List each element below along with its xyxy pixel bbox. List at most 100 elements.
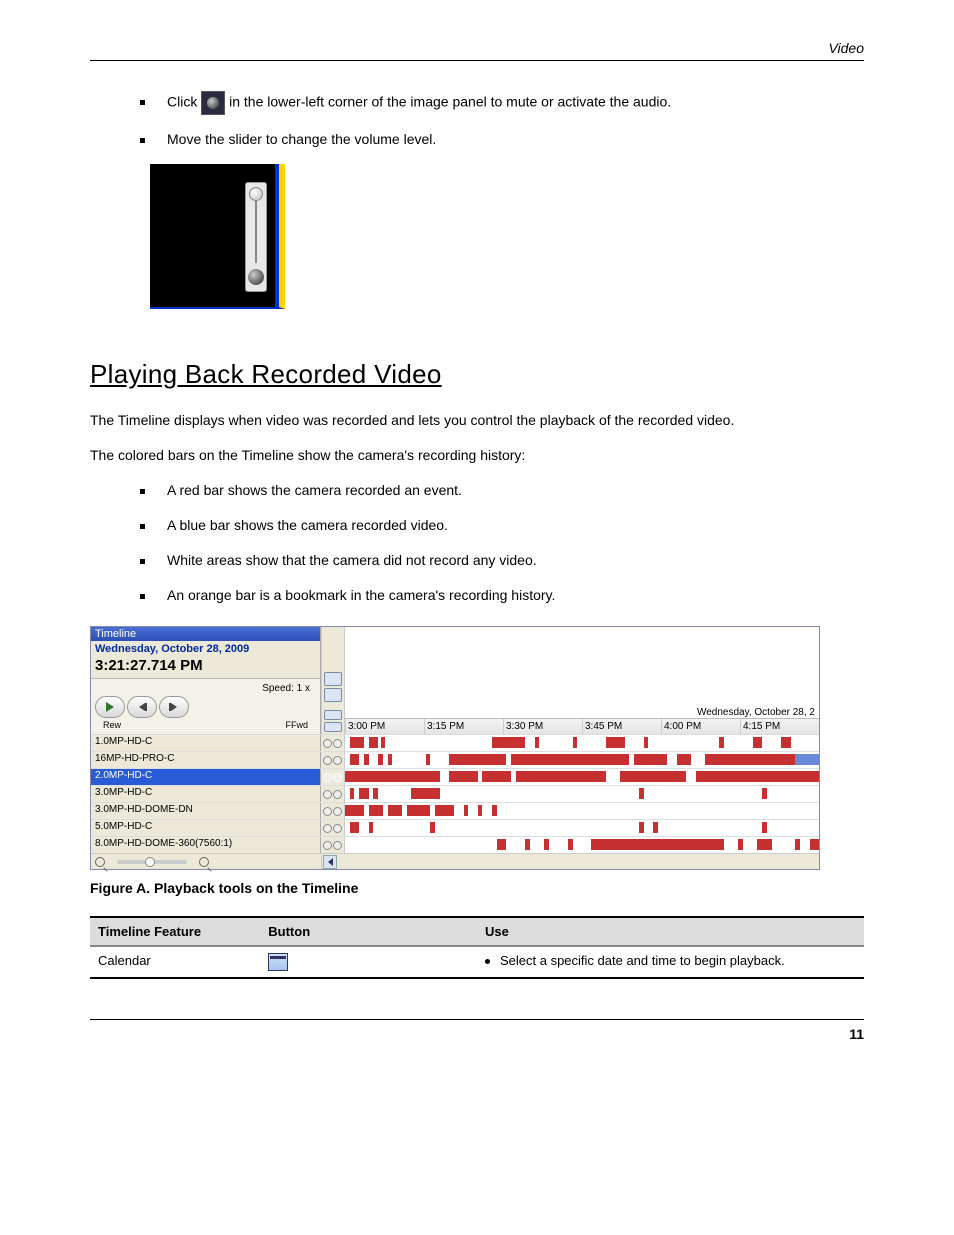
feature-table: Timeline Feature Button Use Calendar Sel… xyxy=(90,916,864,979)
time-tick: 3:15 PM xyxy=(424,719,503,734)
timeline-zoom-bar xyxy=(91,853,819,869)
recording-segment xyxy=(350,754,359,765)
row-track[interactable] xyxy=(345,769,819,785)
recording-segment xyxy=(350,822,359,833)
camera-label: 3.0MP-HD-C xyxy=(91,786,321,802)
camera-label: 5.0MP-HD-C xyxy=(91,820,321,836)
recording-segment xyxy=(644,737,649,748)
recording-segment xyxy=(478,805,483,816)
camera-label: 8.0MP-HD-DOME-360(7560:1) xyxy=(91,837,321,853)
row-track[interactable] xyxy=(345,752,819,768)
time-tick: 3:30 PM xyxy=(503,719,582,734)
row-track[interactable] xyxy=(345,786,819,802)
recording-segment xyxy=(753,737,762,748)
row-track[interactable] xyxy=(345,803,819,819)
timeline-title: Timeline xyxy=(91,627,320,641)
recording-segment xyxy=(795,754,819,765)
recording-segment xyxy=(378,754,383,765)
play-button[interactable] xyxy=(95,696,125,718)
camera-label: 16MP-HD-PRO-C xyxy=(91,752,321,768)
page-number: 11 xyxy=(90,1019,864,1042)
recording-segment xyxy=(430,822,435,833)
row-step-icons[interactable] xyxy=(321,820,345,836)
zoom-slider[interactable] xyxy=(117,860,187,864)
recording-segment xyxy=(781,737,790,748)
scroll-left-button[interactable] xyxy=(323,855,337,869)
step-icon[interactable] xyxy=(324,710,342,720)
recording-segment xyxy=(369,737,378,748)
playback-controls: Speed: 1 x Rew FFwd xyxy=(91,678,320,734)
th-button: Button xyxy=(260,917,477,946)
recording-segment xyxy=(757,839,771,850)
refresh-mini-icon[interactable] xyxy=(324,688,342,702)
recording-segment xyxy=(345,771,440,782)
calendar-mini-icon[interactable] xyxy=(324,672,342,686)
row-track[interactable] xyxy=(345,837,819,853)
row-step-icons[interactable] xyxy=(321,752,345,768)
timeline-row[interactable]: 2.0MP-HD-C xyxy=(91,768,819,785)
row-step-icons[interactable] xyxy=(321,837,345,853)
timeline-current-time: 3:21:27.714 PM xyxy=(91,657,320,678)
recording-segment xyxy=(497,839,506,850)
timeline-row[interactable]: 8.0MP-HD-DOME-360(7560:1) xyxy=(91,836,819,853)
zoom-out-icon[interactable] xyxy=(95,857,105,867)
step-icon[interactable] xyxy=(324,722,342,732)
timeline-rows: 1.0MP-HD-C16MP-HD-PRO-C2.0MP-HD-C3.0MP-H… xyxy=(91,734,819,853)
row-step-icons[interactable] xyxy=(321,735,345,751)
rewind-label: Rew xyxy=(103,720,121,730)
figure-caption: Figure A. Playback tools on the Timeline xyxy=(90,880,864,896)
recording-segment xyxy=(482,771,510,782)
recording-segment xyxy=(407,805,431,816)
timeline-screenshot: Timeline Wednesday, October 28, 2009 3:2… xyxy=(90,626,820,870)
recording-segment xyxy=(381,737,386,748)
recording-segment xyxy=(606,737,625,748)
square-bullet xyxy=(140,524,145,529)
zoom-in-icon[interactable] xyxy=(199,857,209,867)
recording-segment xyxy=(350,788,355,799)
slider-knob-icon xyxy=(249,187,263,201)
timeline-row[interactable]: 3.0MP-HD-DOME-DN xyxy=(91,802,819,819)
recording-segment xyxy=(639,822,644,833)
round-bullet xyxy=(485,959,490,964)
row-step-icons[interactable] xyxy=(321,803,345,819)
camera-label: 3.0MP-HD-DOME-DN xyxy=(91,803,321,819)
square-bullet xyxy=(140,559,145,564)
bullet-text: Click in the lower-left corner of the im… xyxy=(167,91,864,115)
cell-button xyxy=(260,946,477,978)
square-bullet xyxy=(140,100,145,105)
recording-segment xyxy=(696,771,819,782)
legend-text: A blue bar shows the camera recorded vid… xyxy=(167,515,864,536)
legend-list: A red bar shows the camera recorded an e… xyxy=(140,480,864,606)
row-step-icons[interactable] xyxy=(321,786,345,802)
recording-segment xyxy=(487,754,506,765)
recording-segment xyxy=(620,771,686,782)
th-use: Use xyxy=(477,917,864,946)
time-ruler[interactable]: 3:00 PM3:15 PM3:30 PM3:45 PM4:00 PM4:15 … xyxy=(345,718,819,734)
step-back-button[interactable] xyxy=(127,696,157,718)
intro-bullets: Click in the lower-left corner of the im… xyxy=(140,91,864,150)
recording-segment xyxy=(388,805,402,816)
recording-segment xyxy=(762,822,767,833)
row-track[interactable] xyxy=(345,735,819,751)
row-track[interactable] xyxy=(345,820,819,836)
volume-slider-illustration xyxy=(150,164,285,309)
timeline-row[interactable]: 3.0MP-HD-C xyxy=(91,785,819,802)
recording-segment xyxy=(535,737,540,748)
timeline-current-date: Wednesday, October 28, 2009 xyxy=(91,641,320,657)
recording-segment xyxy=(364,754,369,765)
recording-segment xyxy=(677,754,691,765)
square-bullet xyxy=(140,489,145,494)
recording-segment xyxy=(449,771,477,782)
step-forward-button[interactable] xyxy=(159,696,189,718)
page-header-section: Video xyxy=(90,40,864,61)
legend-item: A red bar shows the camera recorded an e… xyxy=(140,480,864,501)
recording-segment xyxy=(591,839,676,850)
legend-item: A blue bar shows the camera recorded vid… xyxy=(140,515,864,536)
slider-track xyxy=(245,182,267,292)
timeline-row[interactable]: 1.0MP-HD-C xyxy=(91,734,819,751)
row-step-icons[interactable] xyxy=(321,769,345,785)
time-tick: 3:45 PM xyxy=(582,719,661,734)
bullet-item: Move the slider to change the volume lev… xyxy=(140,129,864,150)
timeline-row[interactable]: 5.0MP-HD-C xyxy=(91,819,819,836)
timeline-row[interactable]: 16MP-HD-PRO-C xyxy=(91,751,819,768)
